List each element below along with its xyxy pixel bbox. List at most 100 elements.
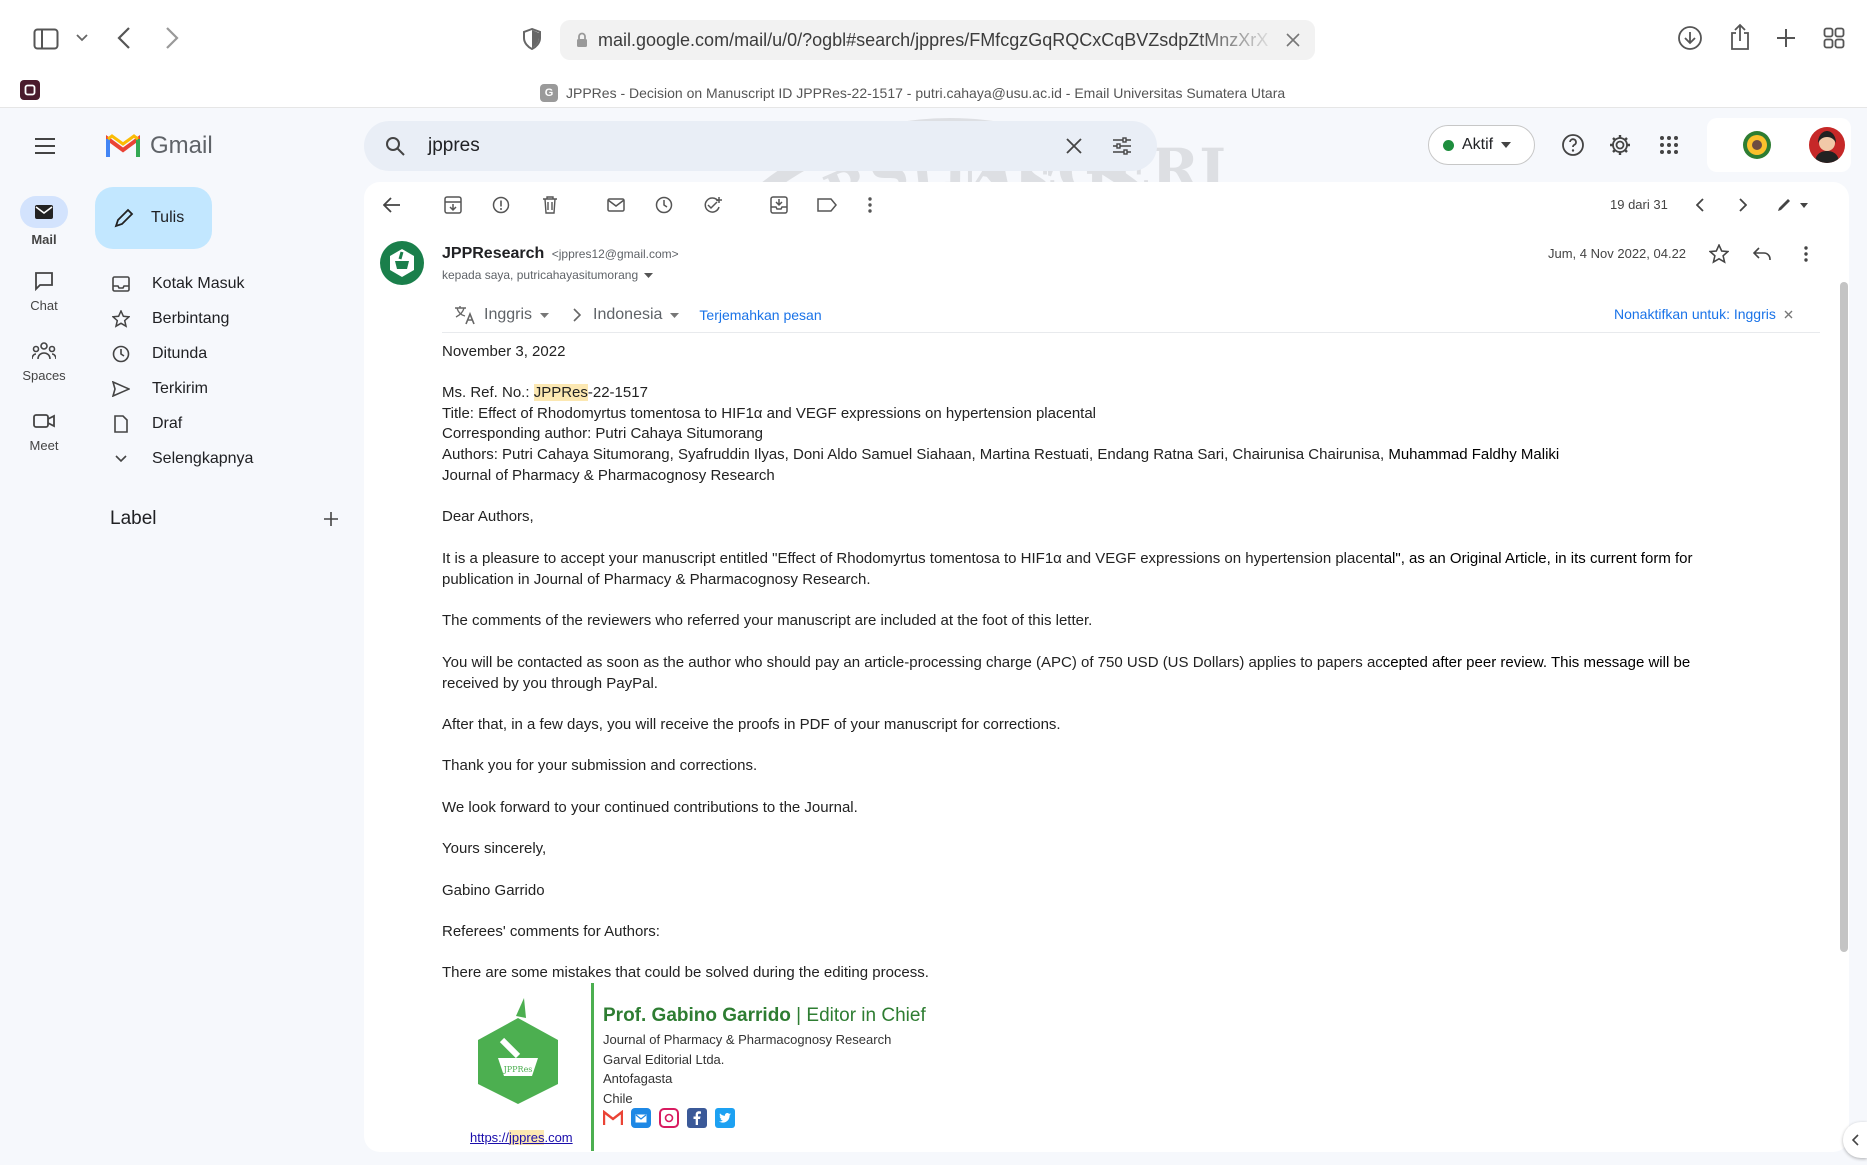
- tab-favicon: G: [540, 84, 558, 102]
- signer-name: Gabino Garrido: [442, 882, 545, 899]
- tab-overview-icon[interactable]: [1820, 24, 1848, 52]
- website-link[interactable]: https://jppres.com: [470, 1130, 573, 1145]
- back-icon[interactable]: [112, 24, 136, 52]
- add-task-icon[interactable]: [701, 193, 725, 217]
- new-tab-icon[interactable]: [1772, 24, 1800, 52]
- instagram-icon[interactable]: [659, 1108, 679, 1128]
- title-line: Title: Effect of Rhodomyrtus tomentosa t…: [442, 405, 1097, 422]
- rail-meet[interactable]: Meet: [0, 408, 88, 453]
- translate-icon: [454, 305, 476, 325]
- search-options-icon[interactable]: [1111, 135, 1133, 157]
- ref-prefix: Ms. Ref. No.:: [442, 384, 534, 401]
- search-icon[interactable]: [382, 136, 408, 156]
- journal-line: Journal of Pharmacy & Pharmacognosy Rese…: [442, 467, 775, 484]
- paragraph-2: The comments of the reviewers who referr…: [442, 612, 1093, 629]
- send-icon: [110, 378, 132, 400]
- disable-translation-link[interactable]: Nonaktifkan untuk: Inggris: [1614, 306, 1776, 322]
- gmail-icon[interactable]: [603, 1108, 623, 1128]
- chat-icon: [20, 268, 68, 294]
- back-to-list-icon[interactable]: [380, 193, 404, 217]
- nav-inbox[interactable]: Kotak Masuk: [110, 269, 244, 299]
- compose-button[interactable]: Tulis: [95, 187, 212, 249]
- compose-label: Tulis: [151, 209, 185, 226]
- delete-icon[interactable]: [538, 193, 562, 217]
- scrollbar-thumb[interactable]: [1840, 282, 1848, 952]
- avatar[interactable]: [1809, 127, 1845, 163]
- nav-sent[interactable]: Terkirim: [110, 374, 208, 404]
- nav-drafts[interactable]: Draf: [110, 409, 182, 439]
- rail-label: Mail: [31, 232, 57, 247]
- more-vert-icon[interactable]: [1796, 242, 1816, 266]
- draft-icon: [110, 413, 132, 435]
- active-tab[interactable]: G JPPRes - Decision on Manuscript ID JPP…: [540, 82, 1285, 104]
- rail-chat[interactable]: Chat: [0, 268, 88, 313]
- sidebar-toggle-icon[interactable]: [32, 26, 60, 52]
- snooze-clock-icon[interactable]: [652, 193, 676, 217]
- reply-icon[interactable]: [1750, 242, 1774, 266]
- clear-search-icon[interactable]: [1064, 136, 1084, 156]
- forward-icon[interactable]: [160, 24, 184, 52]
- mark-unread-icon[interactable]: [604, 193, 628, 217]
- translate-bar: Inggris Indonesia Terjemahkan pesan: [454, 303, 822, 327]
- facebook-icon[interactable]: [687, 1108, 707, 1128]
- inbox-icon: [110, 273, 132, 295]
- main-menu-icon[interactable]: [30, 131, 60, 161]
- help-icon[interactable]: [1558, 130, 1588, 160]
- label-tag-icon[interactable]: [815, 193, 839, 217]
- sender-email: <jppres12@gmail.com>: [551, 247, 679, 261]
- translate-to[interactable]: Indonesia: [593, 306, 662, 324]
- address-bar[interactable]: mail.google.com/mail/u/0/?ogbl#search/jp…: [560, 20, 1315, 60]
- translate-message-link[interactable]: Terjemahkan pesan: [699, 307, 821, 323]
- nav-starred[interactable]: Berbintang: [110, 304, 229, 334]
- gmail-logo[interactable]: Gmail: [106, 131, 213, 161]
- email-icon[interactable]: [631, 1108, 651, 1128]
- previous-icon[interactable]: [1690, 193, 1710, 217]
- sender-avatar[interactable]: [380, 241, 424, 285]
- lock-icon: [576, 32, 588, 48]
- sender-name[interactable]: JPPResearch: [442, 245, 544, 262]
- search-bar[interactable]: jppres: [364, 121, 1157, 171]
- input-tools-icon[interactable]: [1773, 193, 1813, 217]
- recipients-line[interactable]: kepada saya, putricahayasitumorang: [442, 268, 654, 282]
- translate-from[interactable]: Inggris: [484, 306, 532, 324]
- app-pin-icon[interactable]: [20, 80, 40, 100]
- move-to-icon[interactable]: [767, 193, 791, 217]
- search-input[interactable]: jppres: [428, 135, 480, 157]
- recipients: kepada saya, putricahayasitumorang: [442, 268, 639, 282]
- rail-mail[interactable]: Mail: [0, 196, 88, 247]
- url-text: mail.google.com/mail/u/0/?ogbl#search/jp…: [598, 29, 1269, 50]
- archive-icon[interactable]: [441, 193, 465, 217]
- link-suffix: .com: [544, 1130, 573, 1145]
- paragraph-1-cont: publication in Journal of Pharmacy & Pha…: [442, 571, 871, 588]
- settings-gear-icon[interactable]: [1605, 130, 1635, 160]
- rail-spaces[interactable]: Spaces: [0, 338, 88, 383]
- close-icon[interactable]: [1784, 310, 1793, 319]
- tab-title: JPPRes - Decision on Manuscript ID JPPRe…: [566, 85, 1286, 101]
- next-icon[interactable]: [1733, 193, 1753, 217]
- pencil-icon: [113, 207, 135, 229]
- organization-logo-icon[interactable]: [1740, 128, 1774, 162]
- apps-grid-icon[interactable]: [1654, 130, 1684, 160]
- shield-icon[interactable]: [520, 26, 544, 52]
- report-spam-icon[interactable]: [489, 193, 513, 217]
- star-icon[interactable]: [1707, 242, 1731, 266]
- nav-snoozed[interactable]: Ditunda: [110, 339, 207, 369]
- download-icon[interactable]: [1676, 24, 1704, 52]
- add-label-icon[interactable]: [320, 508, 342, 530]
- twitter-icon[interactable]: [715, 1108, 735, 1128]
- chevron-down-icon[interactable]: [74, 30, 90, 46]
- status-selector[interactable]: Aktif: [1428, 125, 1535, 165]
- search-highlight: jppres: [509, 1130, 545, 1145]
- paragraph-6: We look forward to your continued contri…: [442, 799, 858, 816]
- paragraph-3: You will be contacted as soon as the aut…: [442, 653, 1690, 673]
- more-vert-icon[interactable]: [860, 193, 880, 217]
- logo-text: JPPRes: [503, 1065, 533, 1074]
- paragraph-text: You will be contacted as soon as the aut…: [442, 654, 1383, 671]
- nav-more[interactable]: Selengkapnya: [110, 444, 253, 474]
- clear-url-icon[interactable]: [1283, 30, 1303, 50]
- greeting: Dear Authors,: [442, 508, 534, 525]
- divider: [442, 332, 1820, 333]
- chevron-left-icon: [1851, 1134, 1859, 1146]
- share-icon[interactable]: [1726, 22, 1754, 52]
- signature-role: | Editor in Chief: [790, 1005, 926, 1026]
